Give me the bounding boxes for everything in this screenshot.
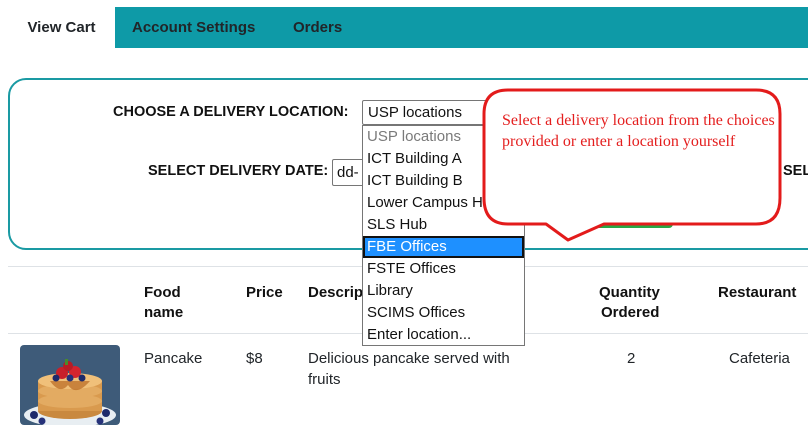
row-restaurant: Cafeteria [729, 350, 790, 367]
header-description: Descrip [308, 284, 364, 301]
tab-orders[interactable]: Orders [293, 7, 342, 48]
header-quantity-line1: Quantity [599, 284, 660, 301]
tab-bar: View Cart Account Settings Orders [8, 7, 808, 49]
header-price: Price [246, 284, 283, 301]
header-restaurant: Restaurant [718, 284, 797, 301]
truncated-select-label: SEL [783, 163, 808, 179]
delivery-date-label: SELECT DELIVERY DATE: [148, 163, 329, 179]
header-quantity-line2: Ordered [601, 304, 660, 321]
row-quantity: 2 [627, 350, 636, 367]
option-fste-offices[interactable]: FSTE Offices [363, 258, 524, 280]
row-food-name: Pancake [144, 350, 203, 367]
header-food-name-line2: name [144, 304, 184, 321]
option-scims-offices[interactable]: SCIMS Offices [363, 302, 524, 324]
tab-view-cart[interactable]: View Cart [8, 7, 115, 49]
header-food-name-line1: Food [144, 284, 181, 301]
row-description-line1: Delicious pancake served with [308, 350, 510, 367]
tab-account-settings[interactable]: Account Settings [132, 7, 255, 48]
option-library[interactable]: Library [363, 280, 524, 302]
row-price: $8 [246, 350, 263, 367]
pancake-image [20, 345, 120, 425]
option-enter-location[interactable]: Enter location... [363, 324, 524, 345]
delivery-location-label: CHOOSE A DELIVERY LOCATION: [113, 104, 349, 120]
callout-text: Select a delivery location from the choi… [502, 112, 775, 150]
row-description-line2: fruits [308, 371, 341, 388]
